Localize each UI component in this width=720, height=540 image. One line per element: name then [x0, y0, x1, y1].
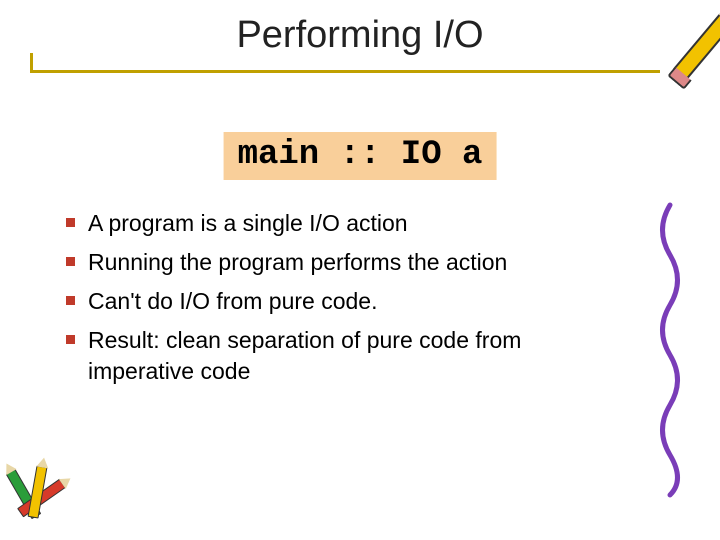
code-signature: main :: IO a	[224, 132, 497, 180]
title-rule	[30, 70, 660, 73]
slide: Performing I/O main :: IO a A program is…	[0, 0, 720, 540]
list-item: A program is a single I/O action	[64, 208, 610, 239]
title-rule-tick	[30, 53, 33, 71]
squiggle-icon	[650, 200, 690, 500]
pencils-icon	[12, 468, 82, 528]
list-item: Can't do I/O from pure code.	[64, 286, 610, 317]
page-title: Performing I/O	[0, 0, 720, 61]
bullet-list: A program is a single I/O action Running…	[64, 208, 610, 395]
list-item: Running the program performs the action	[64, 247, 610, 278]
list-item: Result: clean separation of pure code fr…	[64, 325, 610, 387]
